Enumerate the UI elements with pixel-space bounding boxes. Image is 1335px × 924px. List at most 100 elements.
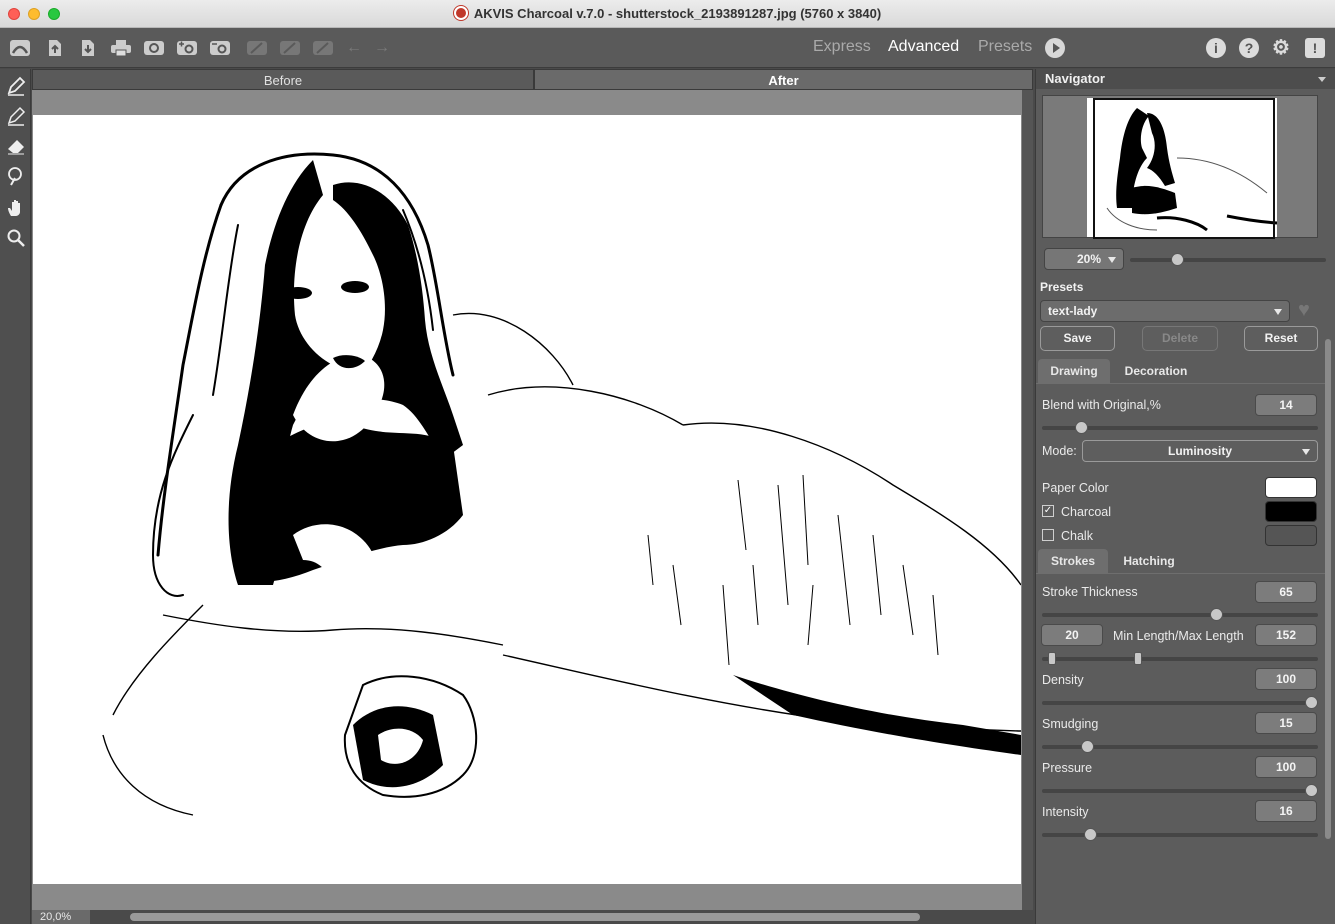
brush-stroke-icon[interactable] [245,37,269,59]
presets-dropdown[interactable]: text-lady [1040,300,1290,322]
mode-label: Mode: [1042,444,1077,458]
zoom-window-button[interactable] [48,8,60,20]
canvas-vertical-scrollbar[interactable] [1022,90,1033,910]
main-toolbar: ← → Express Advanced Presets [0,28,1335,68]
charcoal-checkbox[interactable]: ✓ [1042,505,1054,517]
min-max-length-label: Min Length/Max Length [1113,629,1244,643]
intensity-slider-knob[interactable] [1084,828,1097,841]
eraser-tool-icon[interactable] [5,135,27,157]
status-bar: 20,0% [32,910,1033,924]
intensity-label: Intensity [1042,805,1089,819]
plugin-import-icon[interactable] [175,37,199,59]
charcoal-result-image[interactable] [33,115,1021,884]
min-length-slider-knob[interactable] [1048,652,1056,665]
navigator-header[interactable]: Navigator [1036,69,1335,89]
chevron-down-icon[interactable] [1318,77,1326,82]
window-title: AKVIS Charcoal v.7.0 - shutterstock_2193… [473,6,882,21]
notifications-icon[interactable]: ! [1305,38,1325,58]
redo-icon[interactable]: → [370,37,394,59]
max-length-slider-knob[interactable] [1134,652,1142,665]
panel-scrollbar[interactable] [1325,339,1331,839]
density-slider-knob[interactable] [1305,696,1318,709]
view-tabs: Before After [32,69,1033,90]
stroke-thickness-slider-knob[interactable] [1209,608,1223,621]
blend-slider-knob[interactable] [1074,421,1088,434]
paper-color-swatch[interactable] [1265,477,1317,498]
tab-express[interactable]: Express [813,37,871,57]
chalk-label: Chalk [1061,529,1093,543]
favorite-heart-icon[interactable]: ♥ [1298,300,1318,320]
smudge-tool-icon[interactable] [5,165,27,187]
hand-tool-icon[interactable] [5,197,27,219]
tab-hatching[interactable]: Hatching [1114,549,1184,573]
stroke-thickness-slider-track[interactable] [1042,613,1318,617]
chalk-color-swatch[interactable] [1265,525,1317,546]
zoom-dropdown[interactable]: 20% [1044,248,1124,270]
pressure-slider-track[interactable] [1042,789,1318,793]
density-label: Density [1042,673,1084,687]
density-slider-track[interactable] [1042,701,1318,705]
tab-strokes[interactable]: Strokes [1038,549,1108,573]
navigator-thumbnail [1087,98,1278,239]
plugin-export-icon[interactable] [208,37,232,59]
minimize-window-button[interactable] [28,8,40,20]
mode-dropdown[interactable]: Luminosity [1082,440,1318,462]
open-icon[interactable] [43,37,67,59]
reset-preset-button[interactable]: Reset [1244,326,1318,351]
batch-icon[interactable] [142,37,166,59]
navigator-preview[interactable] [1042,95,1318,239]
undo-icon[interactable]: ← [342,37,366,59]
smudging-input[interactable]: 15 [1255,712,1317,734]
pressure-input[interactable]: 100 [1255,756,1317,778]
smudging-slider-knob[interactable] [1081,740,1094,753]
chalk-checkbox[interactable] [1042,529,1054,541]
brush-edit-icon[interactable] [311,37,335,59]
stroke-thickness-label: Stroke Thickness [1042,585,1138,599]
title-bar: AKVIS Charcoal v.7.0 - shutterstock_2193… [0,0,1335,28]
tab-divider [1036,383,1326,384]
save-preset-button[interactable]: Save [1040,326,1115,351]
pencil-tool-icon[interactable] [5,75,27,97]
delete-preset-button[interactable]: Delete [1142,326,1218,351]
zoom-tool-icon[interactable] [5,227,27,249]
settings-panel: Navigator 20% Presets text-lady ♥ Save D… [1035,69,1335,924]
zoom-slider-knob[interactable] [1171,253,1185,266]
image-canvas-area[interactable] [32,90,1022,910]
tools-panel [0,69,31,924]
tab-advanced[interactable]: Advanced [888,37,959,57]
app-logo-icon [453,6,468,20]
run-button[interactable] [1045,38,1065,58]
tab-after[interactable]: After [534,69,1033,90]
tab-divider-strokes [1036,573,1326,574]
charcoal-label: Charcoal [1061,505,1112,519]
zoom-slider-track[interactable] [1130,258,1326,262]
tab-drawing[interactable]: Drawing [1038,359,1110,383]
density-input[interactable]: 100 [1255,668,1317,690]
presets-label: Presets [1040,280,1084,294]
close-window-button[interactable] [8,8,20,20]
blend-label: Blend with Original,% [1042,398,1161,412]
max-length-input[interactable]: 152 [1255,624,1317,646]
save-icon[interactable] [76,37,100,59]
help-icon[interactable]: ? [1239,38,1259,58]
home-icon[interactable] [8,37,32,59]
smudging-label: Smudging [1042,717,1099,731]
zoom-status-readout: 20,0% [32,910,90,924]
pressure-slider-knob[interactable] [1305,784,1318,797]
min-length-input[interactable]: 20 [1041,624,1103,646]
brush-settings-icon[interactable] [278,37,302,59]
chalk-tool-icon[interactable] [5,105,27,127]
info-icon[interactable]: i [1206,38,1226,58]
intensity-input[interactable]: 16 [1255,800,1317,822]
tab-decoration[interactable]: Decoration [1116,359,1196,383]
canvas-horizontal-scrollbar[interactable] [130,913,920,921]
tab-before[interactable]: Before [32,69,534,90]
navigator-title: Navigator [1045,71,1105,86]
tab-presets[interactable]: Presets [978,37,1032,57]
length-range-slider-track[interactable] [1042,657,1318,661]
settings-icon[interactable]: ⚙ [1271,38,1291,58]
blend-value-input[interactable]: 14 [1255,394,1317,416]
charcoal-color-swatch[interactable] [1265,501,1317,522]
print-icon[interactable] [109,37,133,59]
stroke-thickness-input[interactable]: 65 [1255,581,1317,603]
